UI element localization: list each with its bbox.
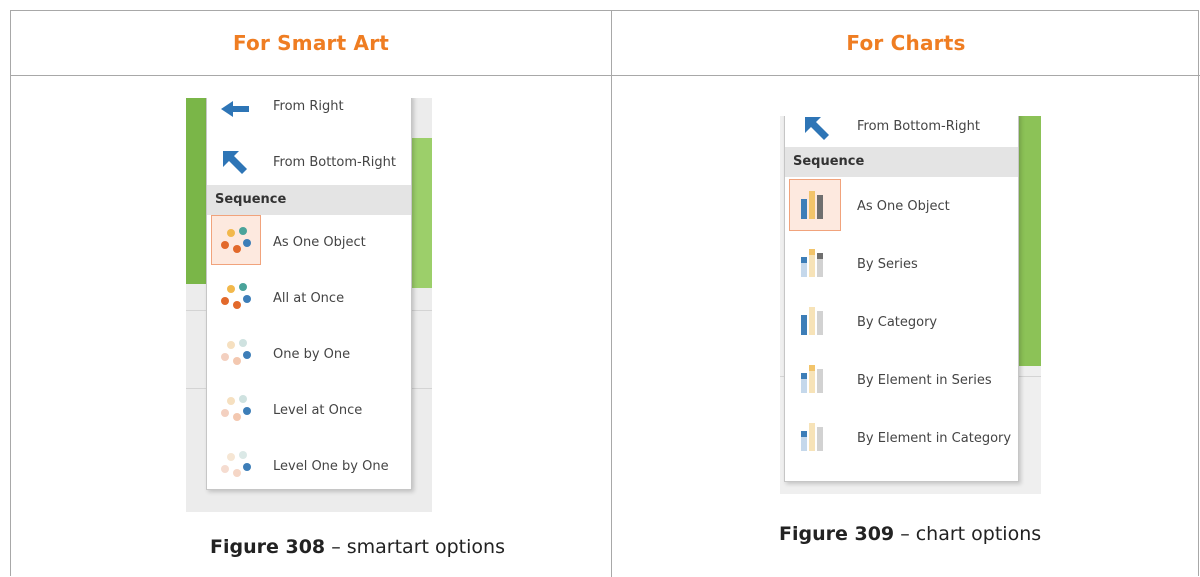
menu-item-label: Level One by One (273, 459, 389, 474)
menu-item-label: From Bottom-Right (273, 155, 396, 170)
figure-caption-308: Figure 308 – smartart options (210, 536, 505, 558)
menu-item-as-one-object[interactable]: As One Object (207, 215, 411, 273)
section-header-sequence: Sequence (785, 147, 1018, 177)
section-header-sequence: Sequence (207, 185, 411, 215)
animation-effect-options-menu: From Bottom-Right Sequence As One Object (784, 116, 1019, 482)
menu-item-all-at-once[interactable]: All at Once (207, 273, 411, 329)
menu-item-label: By Element in Category (857, 431, 1012, 446)
charts-screenshot: From Bottom-Right Sequence As One Object (780, 116, 1041, 494)
animation-effect-options-menu: From Right From Bottom-Right Sequence As… (206, 98, 412, 490)
menu-item-label: All at Once (273, 291, 345, 306)
menu-item-by-series[interactable]: By Series (785, 237, 1018, 293)
figure-number: Figure 308 (210, 536, 326, 558)
menu-item-label: As One Object (857, 199, 950, 214)
slide-green-bar-right (1017, 116, 1041, 366)
smartart-screenshot: From Right From Bottom-Right Sequence As… (186, 98, 432, 512)
menu-item-label: From Bottom-Right (857, 119, 980, 134)
bars-icon (801, 191, 823, 219)
arrow-left-icon (221, 101, 249, 117)
menu-item-label: By Series (857, 257, 918, 272)
figure-number: Figure 309 (779, 523, 895, 545)
menu-item-label: Level at Once (273, 403, 363, 418)
header-smart-art: For Smart Art (232, 31, 390, 55)
menu-item-label: One by One (273, 347, 351, 362)
bars-element-series-icon (801, 365, 823, 393)
dots-faded-icon (221, 395, 251, 421)
menu-item-by-element-in-category[interactable]: By Element in Category (785, 411, 1018, 467)
menu-item-one-by-one[interactable]: One by One (207, 329, 411, 385)
dots-faded-icon (221, 339, 251, 365)
figure-caption-309: Figure 309 – chart options (779, 523, 1041, 545)
dots-icon (221, 283, 251, 309)
slide-green-bar (186, 98, 206, 284)
menu-item-level-at-once[interactable]: Level at Once (207, 385, 411, 441)
header-divider (11, 75, 1200, 76)
menu-item-from-bottom-right[interactable]: From Bottom-Right (207, 135, 411, 191)
menu-item-label: By Category (857, 315, 938, 330)
column-divider (611, 11, 612, 577)
menu-item-from-right[interactable]: From Right (207, 98, 411, 137)
figure-caption-text: – chart options (894, 523, 1042, 545)
dots-faded-icon (221, 451, 251, 477)
arrow-up-left-icon (223, 151, 247, 174)
bars-category-icon (801, 307, 823, 335)
menu-item-level-one-by-one[interactable]: Level One by One (207, 441, 411, 497)
menu-item-by-category[interactable]: By Category (785, 295, 1018, 351)
bars-element-category-icon (801, 423, 823, 451)
menu-item-as-one-object[interactable]: As One Object (785, 179, 1018, 235)
bars-series-icon (801, 249, 823, 277)
menu-item-label: As One Object (273, 235, 366, 250)
header-charts: For Charts (846, 31, 966, 55)
menu-item-label: By Element in Series (857, 373, 992, 388)
menu-item-by-element-in-series[interactable]: By Element in Series (785, 353, 1018, 409)
menu-item-label: From Right (273, 99, 344, 114)
figure-caption-text: – smartart options (325, 536, 505, 558)
dots-icon (221, 227, 251, 253)
